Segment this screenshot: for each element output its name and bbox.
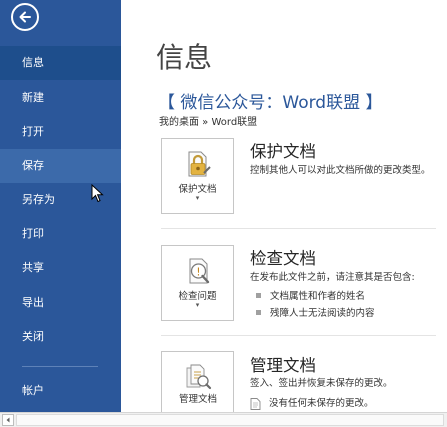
nav-item-account[interactable]: 帐户	[0, 374, 121, 408]
backstage-sidebar: 信息 新建 打开 保存 另存为 打印 共享 导出 关闭 帐户	[0, 0, 121, 412]
nav-divider	[22, 366, 98, 367]
nav-item-info[interactable]: 信息	[0, 46, 121, 80]
protect-document-label: 保护文档	[178, 184, 217, 195]
nav-item-close[interactable]: 关闭	[0, 320, 121, 354]
lock-document-icon	[188, 151, 211, 177]
promo-heading: 【 微信公众号：Word联盟 】	[158, 93, 383, 113]
nav-item-new[interactable]: 新建	[0, 81, 121, 115]
manage-document-desc: 签入、签出并恢复未保存的更改。	[250, 378, 393, 389]
check-for-issues-label: 检查问题	[178, 291, 217, 302]
nav-item-open[interactable]: 打开	[0, 115, 121, 149]
section-divider	[161, 335, 436, 336]
inspect-document-desc: 在发布此文件之前，请注意其是否包含:	[250, 272, 415, 283]
manage-document-button[interactable]: 管理文档	[161, 351, 234, 412]
svg-text:!: !	[196, 266, 200, 279]
info-panel: 信息 【 微信公众号：Word联盟 】 我的桌面 » Word联盟 保护文档 ▾…	[121, 0, 447, 412]
page-title: 信息	[156, 41, 213, 74]
section-divider	[161, 228, 436, 229]
chevron-left-icon	[6, 417, 10, 423]
inspect-document-icon: !	[189, 258, 210, 284]
protect-document-button[interactable]: 保护文档 ▾	[161, 138, 234, 214]
arrow-left-icon	[19, 11, 31, 23]
scroll-track[interactable]	[16, 414, 444, 426]
document-path: 我的桌面 » Word联盟	[159, 117, 258, 128]
document-icon	[250, 397, 261, 410]
protect-document-desc: 控制其他人可以对此文档所做的更改类型。	[250, 165, 431, 176]
nav-item-share[interactable]: 共享	[0, 251, 121, 285]
manage-document-label: 管理文档	[178, 394, 217, 405]
inspect-document-title: 检查文档	[250, 249, 316, 268]
check-for-issues-button[interactable]: ! 检查问题 ▾	[161, 245, 234, 321]
scroll-left-button[interactable]	[2, 414, 14, 426]
mouse-cursor-icon	[91, 184, 104, 203]
bullet-icon	[256, 310, 261, 315]
nav-item-print[interactable]: 打印	[0, 217, 121, 251]
manage-versions-icon	[186, 364, 212, 390]
horizontal-scrollbar[interactable]	[0, 412, 447, 427]
chevron-down-icon: ▾	[195, 301, 200, 309]
list-item: 残障人士无法阅读的内容	[256, 305, 375, 319]
protect-document-title: 保护文档	[250, 142, 316, 161]
back-button[interactable]	[11, 3, 39, 31]
list-item: 文档属性和作者的姓名	[256, 288, 365, 302]
nav-item-export[interactable]: 导出	[0, 286, 121, 320]
unsaved-changes-status: 没有任何未保存的更改。	[250, 395, 374, 410]
nav-item-save[interactable]: 保存	[0, 149, 121, 183]
chevron-down-icon: ▾	[195, 194, 200, 202]
bullet-icon	[256, 293, 261, 298]
manage-document-title: 管理文档	[250, 356, 316, 375]
